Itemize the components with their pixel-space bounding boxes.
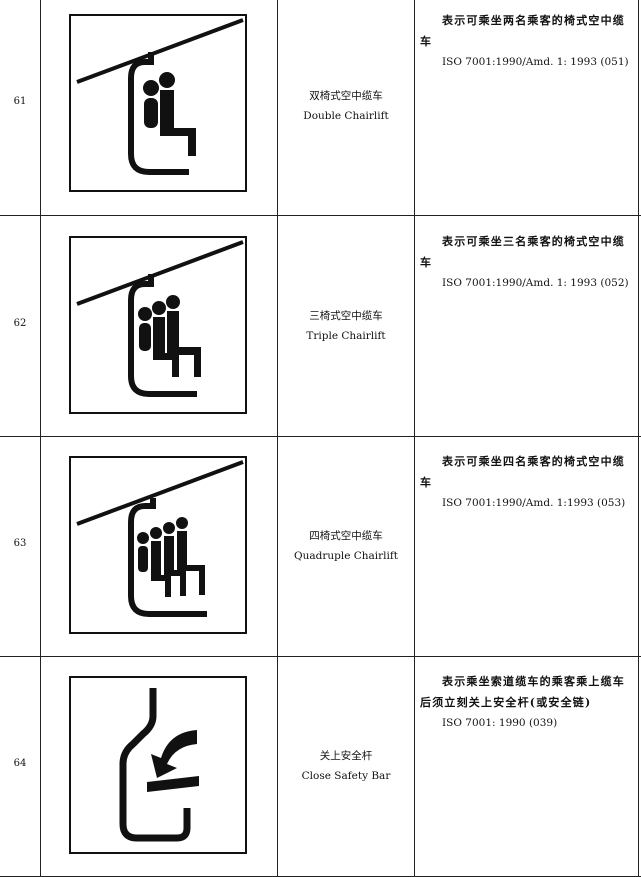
symbol-frame: [69, 456, 247, 634]
quadruple-chairlift-icon: [76, 460, 244, 617]
description-text: 表示可乘坐四名乘客的椅式空中缆车: [420, 455, 625, 489]
symbol-frame: [69, 14, 247, 192]
row-number: 61: [13, 96, 27, 107]
description-text: 表示乘坐索道缆车的乘客乘上缆车后须立刻关上安全杆(或安全链): [420, 675, 625, 709]
symbol-name-zh: 四椅式空中缆车: [309, 530, 383, 542]
row-number: 63: [13, 538, 27, 549]
symbol-name-en: Close Safety Bar: [301, 770, 391, 782]
symbol-name-en: Double Chairlift: [303, 110, 389, 122]
symbol-description: 表示可乘坐三名乘客的椅式空中缆车 ISO 7001:1990/Amd. 1: 1…: [420, 231, 636, 294]
triple-chairlift-icon: [76, 240, 244, 397]
column-divider: [638, 0, 639, 877]
symbol-name-zh: 关上安全杆: [319, 750, 373, 762]
row-number: 62: [13, 318, 27, 329]
standard-reference: ISO 7001:1990/Amd. 1: 1993 (052): [442, 277, 629, 289]
symbol-description: 表示乘坐索道缆车的乘客乘上缆车后须立刻关上安全杆(或安全链) ISO 7001:…: [420, 671, 636, 734]
symbol-table: 61 双椅式空中缆车 Double Chairlift 表示可乘坐两名乘客的椅式…: [0, 0, 641, 877]
symbol-frame: [69, 236, 247, 414]
description-text: 表示可乘坐两名乘客的椅式空中缆车: [420, 14, 625, 48]
column-divider: [414, 0, 415, 877]
standard-reference: ISO 7001:1990/Amd. 1:1993 (053): [442, 497, 626, 509]
row-divider: [0, 215, 641, 216]
column-divider: [40, 0, 41, 877]
symbol-frame: [69, 676, 247, 854]
row-divider: [0, 656, 641, 657]
close-safety-bar-icon: [119, 688, 199, 842]
symbol-description: 表示可乘坐两名乘客的椅式空中缆车 ISO 7001:1990/Amd. 1: 1…: [420, 10, 636, 73]
symbol-description: 表示可乘坐四名乘客的椅式空中缆车 ISO 7001:1990/Amd. 1:19…: [420, 451, 636, 514]
double-chairlift-icon: [76, 18, 244, 175]
description-text: 表示可乘坐三名乘客的椅式空中缆车: [420, 235, 625, 269]
symbol-name-zh: 双椅式空中缆车: [309, 90, 383, 102]
symbol-name-en: Triple Chairlift: [306, 330, 386, 342]
standard-reference: ISO 7001: 1990 (039): [442, 717, 558, 729]
row-number: 64: [13, 758, 27, 769]
symbol-name-en: Quadruple Chairlift: [293, 550, 399, 562]
symbol-name-zh: 三椅式空中缆车: [309, 310, 383, 322]
standard-reference: ISO 7001:1990/Amd. 1: 1993 (051): [442, 56, 629, 68]
row-divider: [0, 436, 641, 437]
